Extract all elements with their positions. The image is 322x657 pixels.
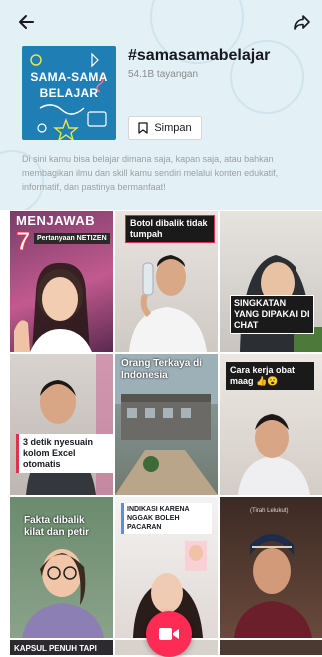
- video-caption: SINGKATAN YANG DIPAKAI DI CHAT: [230, 295, 314, 334]
- video-thumbnail[interactable]: Fakta dibalik kilat dan petir: [10, 497, 113, 638]
- person-silhouette: [26, 354, 113, 495]
- video-thumbnail[interactable]: [220, 640, 322, 655]
- video-thumbnail[interactable]: 3 detik nyesuain kolom Excel otomatis: [10, 354, 113, 495]
- video-thumbnail[interactable]: MENJAWAB 7 Pertanyaan NETIZEN: [10, 211, 113, 352]
- view-count: 54.1B tayangan: [128, 69, 199, 80]
- video-caption: Fakta dibalik kilat dan petir: [24, 515, 90, 538]
- video-caption: Pertanyaan NETIZEN: [34, 233, 110, 244]
- bookmark-icon: [138, 122, 148, 134]
- video-caption: Cara kerja obat maag 👍😮: [226, 362, 314, 390]
- video-caption: 7: [15, 226, 31, 256]
- video-caption: INDIKASI KARENA NGGAK BOLEH PACARAN: [121, 503, 212, 534]
- video-thumbnail[interactable]: KAPSUL PENUH TAPI: [10, 640, 113, 655]
- video-thumbnail[interactable]: Orang Terkaya di Indonesia: [115, 354, 218, 495]
- cover-title-line1: SAMA-SAMA: [30, 70, 108, 84]
- cover-title-line2: BELAJAR: [39, 86, 99, 100]
- video-thumbnail[interactable]: Cara kerja obat maag 👍😮: [220, 354, 322, 495]
- video-thumbnail[interactable]: Botol dibalik tidak tumpah: [115, 211, 218, 352]
- video-grid: MENJAWAB 7 Pertanyaan NETIZEN Botol diba…: [10, 211, 322, 655]
- back-button[interactable]: [12, 8, 40, 36]
- share-button[interactable]: [288, 8, 316, 36]
- video-caption: (Tirah Lelukut): [250, 508, 289, 514]
- save-label: Simpan: [154, 122, 192, 134]
- video-thumbnail[interactable]: (Tirah Lelukut): [220, 497, 322, 638]
- video-caption: KAPSUL PENUH TAPI: [14, 644, 97, 653]
- share-arrow-icon: [294, 15, 310, 30]
- video-caption: Orang Terkaya di Indonesia: [121, 358, 202, 381]
- video-thumbnail[interactable]: SINGKATAN YANG DIPAKAI DI CHAT: [220, 211, 322, 352]
- record-video-button[interactable]: [146, 611, 192, 657]
- save-button[interactable]: Simpan: [128, 116, 202, 140]
- video-caption: Botol dibalik tidak tumpah: [125, 215, 215, 243]
- person-silhouette: [234, 534, 312, 638]
- video-caption: 3 detik nyesuain kolom Excel otomatis: [16, 434, 113, 473]
- arrow-left-icon: [19, 15, 34, 29]
- video-caption: MENJAWAB: [16, 213, 96, 228]
- hashtag-header: SAMA-SAMA BELAJAR #samasamabelajar 54.1B…: [0, 0, 322, 210]
- hashtag-title: #samasamabelajar: [128, 47, 271, 64]
- hashtag-cover-image: SAMA-SAMA BELAJAR: [22, 46, 116, 140]
- video-camera-icon: [159, 628, 179, 640]
- top-bar: [0, 0, 322, 40]
- hashtag-description: Di sini kamu bisa belajar dimana saja, k…: [22, 154, 279, 192]
